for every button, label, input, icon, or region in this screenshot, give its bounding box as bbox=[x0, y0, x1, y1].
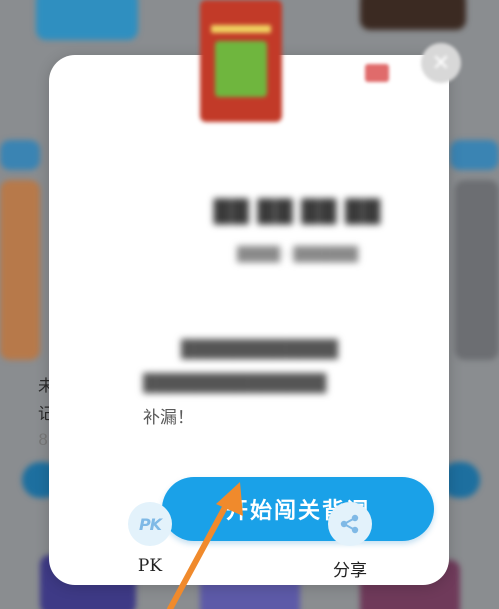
close-icon[interactable]: ✕ bbox=[421, 43, 461, 83]
book-description: ████████████ ██████████████ 补漏！ bbox=[143, 333, 458, 435]
pk-button[interactable]: PK PK bbox=[115, 502, 185, 576]
book-subtitle-blurred: ████ · ██████ bbox=[236, 247, 359, 263]
description-blurred-line: ██████████████ bbox=[143, 374, 327, 394]
background-tile bbox=[36, 0, 138, 40]
book-cover-image bbox=[200, 0, 282, 122]
background-band bbox=[0, 140, 40, 170]
share-icon bbox=[328, 502, 372, 546]
background-band bbox=[450, 140, 499, 170]
word-book-dialog: ██ ██ ██ ██ ████ · ██████ ████████████ █… bbox=[49, 55, 449, 585]
description-visible-text: 补漏！ bbox=[143, 408, 194, 428]
tag-badge bbox=[365, 64, 389, 82]
start-challenge-button[interactable]: 开始闯关背词 bbox=[162, 477, 434, 541]
pk-label: PK bbox=[137, 556, 163, 576]
share-label: 分享 bbox=[333, 561, 367, 581]
background-text: 8 bbox=[38, 430, 49, 449]
description-blurred-line: ████████████ bbox=[181, 340, 338, 360]
background-book-cover bbox=[0, 180, 40, 360]
background-tile bbox=[360, 0, 466, 30]
pk-icon: PK bbox=[128, 502, 172, 546]
share-button[interactable]: 分享 bbox=[315, 502, 385, 581]
share-icon-svg bbox=[340, 514, 359, 534]
book-title-blurred: ██ ██ ██ ██ bbox=[213, 200, 382, 225]
